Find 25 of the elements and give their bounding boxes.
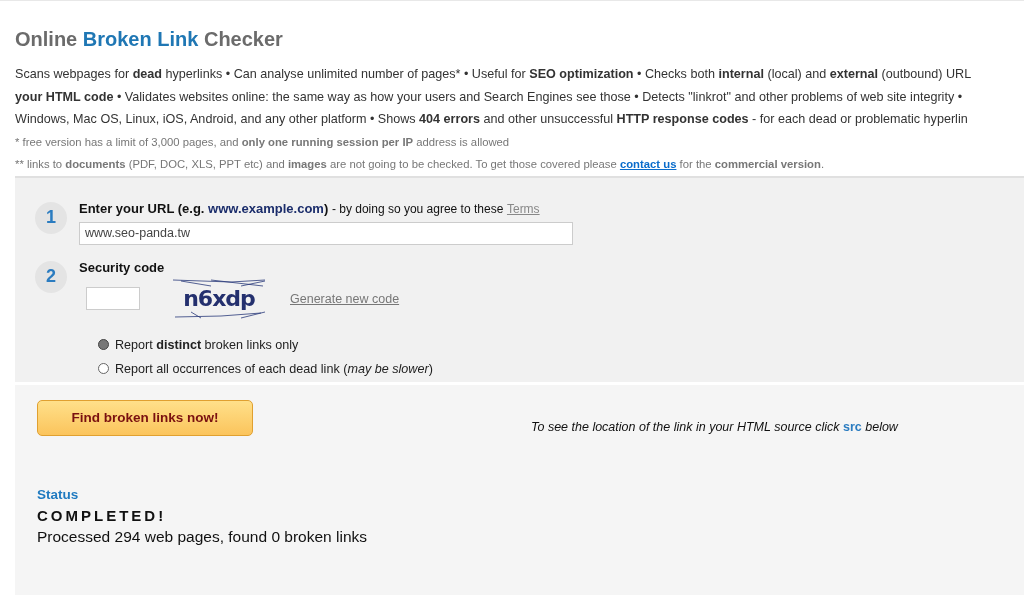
status-summary: Processed 294 web pages, found 0 broken links (37, 527, 369, 546)
url-label: Enter your URL (e.g. www.example.com) - by doing so you agree to these Terms (79, 199, 541, 218)
footnote-text: ** links to documents (PDF, DOC, XLS, PPT etc) and images are not going to be checked. To get those covered please contact us for the commercial version. (15, 157, 825, 172)
status-state: COMPLETED! (37, 506, 168, 524)
radio-button[interactable] (98, 363, 109, 374)
footnote-text: * free version has a limit of 3,000 pages, and only one running session per IP address is allowed (15, 134, 511, 150)
option-label: Report distinct broken links only (115, 337, 299, 352)
description-text: Scans webpages for dead hyperlinks • Can analyse unlimited number of pages* • Useful for SEO optimization • Checks both internal (local) and external (outbound) URL (15, 66, 973, 83)
status-heading: Status (37, 486, 80, 502)
security-code-label: Security code (79, 258, 166, 277)
hint-text: To see the location of the link in your HTML source click src below (531, 419, 898, 434)
captcha-text: n6xdp (183, 286, 255, 311)
generate-code-link[interactable]: Generate new code (290, 291, 400, 306)
page-title: Online Broken Link Checker (15, 27, 284, 52)
find-links-button[interactable]: Find broken links now! (37, 399, 253, 436)
step-number: 2 (35, 260, 67, 293)
radio-button[interactable] (98, 339, 109, 350)
contact-link[interactable]: contact us (619, 158, 677, 170)
captcha-field[interactable] (86, 287, 140, 310)
step-number: 1 (35, 201, 67, 234)
option-label: Report all occurrences of each dead link (may be slower) (115, 361, 433, 376)
url-field[interactable]: www.seo-panda.tw (79, 221, 573, 245)
description-text: Windows, Mac OS, Linux, iOS, Android, and any other platform • Shows 404 errors and other unsuccessful HTTP response codes - for each dead or problematic hyperlin (15, 111, 969, 128)
terms-link[interactable]: Terms (506, 201, 540, 216)
description-text: your HTML code • Validates websites online: the same way as how your users and Search Engines see those • Detects "linkrot" and other problems of web site integrity • (15, 88, 964, 106)
